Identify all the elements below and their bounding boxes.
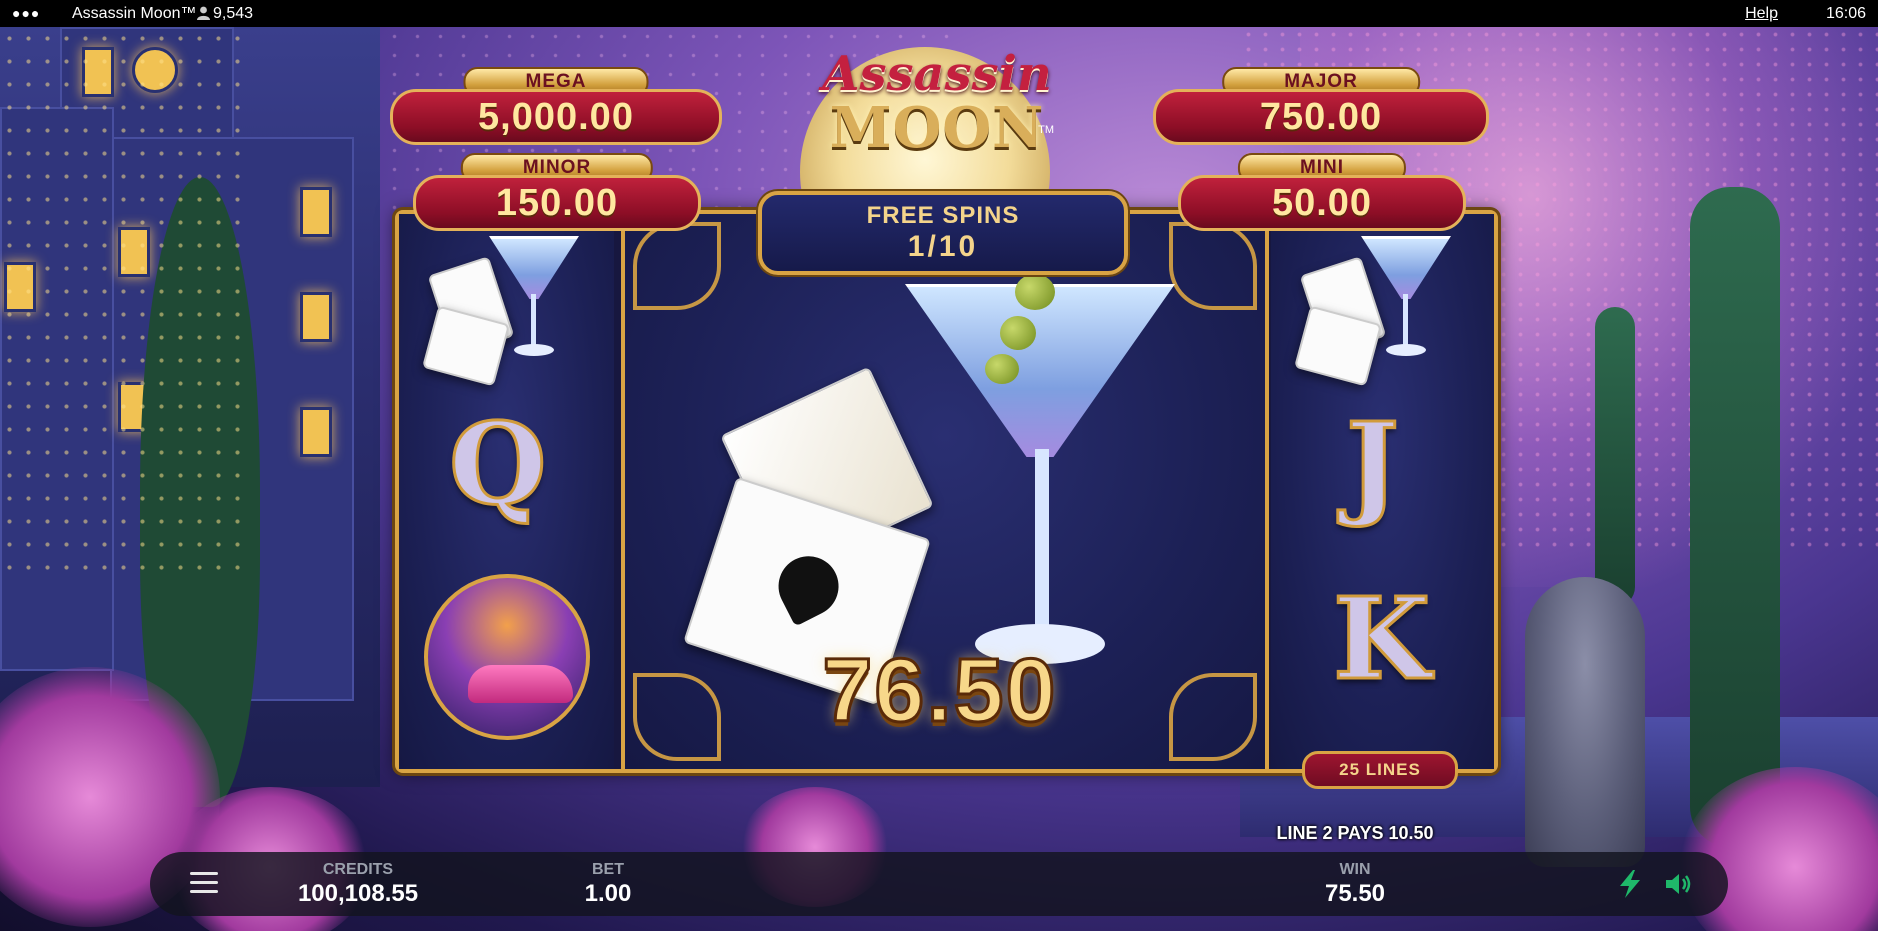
logo-moon: MOON [829, 95, 1045, 161]
free-spins-counter: FREE SPINS 1/10 [758, 191, 1128, 275]
jackpot-major-value: 750.00 [1153, 89, 1489, 145]
castle-window [300, 407, 332, 457]
menu-icon[interactable] [190, 872, 218, 896]
turbo-icon[interactable] [1614, 868, 1646, 900]
symbol-q: Q [448, 399, 549, 530]
jackpot-mega: MEGA 5,000.00 [390, 67, 722, 147]
win-display: WIN 75.50 [1305, 860, 1405, 908]
sound-icon[interactable] [1662, 868, 1694, 900]
palm-tree [1690, 187, 1780, 847]
logo-trademark: TM [1038, 124, 1054, 136]
martini-glass [1361, 236, 1451, 299]
bet-display[interactable]: BET 1.00 [568, 860, 648, 908]
car-icon [467, 664, 573, 703]
symbol-martini-cards [419, 224, 579, 387]
line-pays-message: LINE 2 PAYS 10.50 [1276, 823, 1434, 843]
free-spins-label: FREE SPINS [866, 202, 1020, 229]
jackpot-mini-value: 50.00 [1178, 175, 1466, 231]
jackpot-mini: MINI 50.00 [1178, 153, 1466, 231]
martini-stem [1403, 294, 1408, 349]
clock: 16:06 [1825, 5, 1866, 22]
bet-label: BET [592, 861, 624, 878]
castle-window [300, 292, 332, 342]
martini-glass [489, 236, 579, 299]
bottom-bar: CREDITS 100,108.55 BET 1.00 WIN 75.50 [150, 852, 1728, 916]
credits-display: CREDITS 100,108.55 [268, 860, 448, 908]
top-bar: ●●● Assassin Moon™ 9,543 Help 16:06 [0, 0, 1878, 27]
lion-statue [1525, 577, 1645, 867]
logo-assassin: Assassin [822, 46, 1052, 102]
player-count: 9,543 [197, 0, 253, 27]
martini-glass [905, 284, 1175, 457]
win-amount-overlay: 76.50 [821, 640, 1058, 743]
martini-stem [531, 294, 536, 349]
player-count-value: 9,543 [213, 5, 254, 22]
more-icon[interactable]: ●●● [12, 0, 40, 27]
free-spins-count: 1/10 [907, 230, 979, 263]
olive [985, 354, 1019, 384]
reel-3: J K [1271, 214, 1494, 769]
cypress-tree-right [1595, 307, 1635, 607]
jackpot-mega-value: 5,000.00 [390, 89, 722, 145]
castle-window [300, 187, 332, 237]
help-link[interactable]: Help [1745, 0, 1778, 27]
olive [1015, 274, 1055, 310]
spade-icon [768, 545, 849, 627]
olive [1000, 316, 1036, 350]
symbol-car [424, 574, 590, 740]
jackpot-minor: MINOR 150.00 [413, 153, 701, 231]
credits-label: CREDITS [322, 861, 394, 878]
win-value: 75.50 [1324, 880, 1386, 907]
symbol-martini-cards [1291, 224, 1451, 387]
reel-1: Q [399, 214, 614, 769]
symbol-k: K [1331, 574, 1431, 705]
lines-badge: 25 LINES [1302, 751, 1458, 789]
game-logo: Assassin MOON TM [812, 48, 1062, 156]
martini-base [514, 344, 554, 356]
symbol-j: J [1345, 399, 1401, 530]
jackpot-major: MAJOR 750.00 [1153, 67, 1489, 147]
win-label: WIN [1339, 861, 1371, 878]
jackpot-minor-value: 150.00 [413, 175, 701, 231]
bet-value: 1.00 [584, 880, 632, 907]
martini-base [1386, 344, 1426, 356]
string-lights [0, 27, 250, 587]
credits-value: 100,108.55 [297, 880, 419, 907]
player-icon [197, 6, 210, 20]
martini-stem [1035, 449, 1049, 639]
game-title: Assassin Moon™ [72, 5, 197, 22]
